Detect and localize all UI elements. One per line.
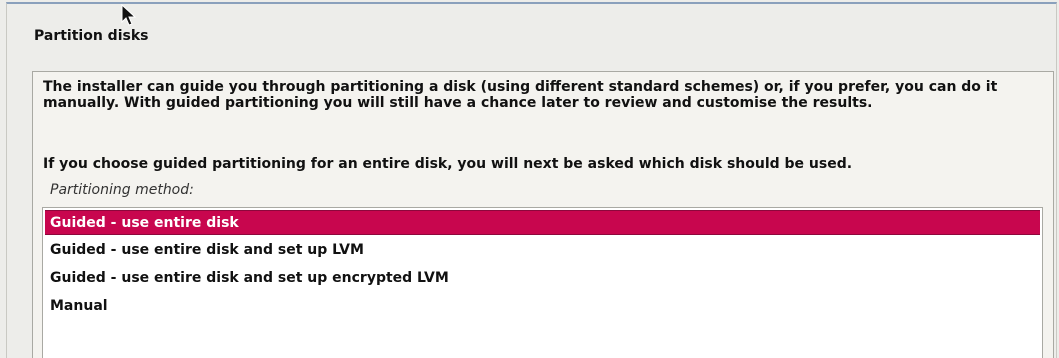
- mouse-pointer-shape: [121, 4, 136, 26]
- dialog-content-panel: The installer can guide you through part…: [32, 71, 1054, 358]
- partitioning-method-label: Partitioning method:: [50, 182, 194, 198]
- mouse-pointer-icon: [121, 4, 136, 26]
- partition-dialog: Partition disks The installer can guide …: [6, 2, 1057, 358]
- partitioning-option-guided-entire-disk[interactable]: Guided - use entire disk: [45, 210, 1040, 235]
- page-title: Partition disks: [34, 28, 149, 44]
- partitioning-option-manual[interactable]: Manual: [45, 294, 1040, 319]
- guided-partitioning-note: If you choose guided partitioning for an…: [43, 156, 853, 172]
- partitioning-option-guided-lvm[interactable]: Guided - use entire disk and set up LVM: [45, 238, 1040, 263]
- installer-screen: Partition disks The installer can guide …: [0, 0, 1059, 358]
- partitioning-option-guided-encrypted-lvm[interactable]: Guided - use entire disk and set up encr…: [45, 266, 1040, 291]
- partitioning-method-list[interactable]: Guided - use entire disk Guided - use en…: [42, 207, 1043, 358]
- partitioning-intro-text: The installer can guide you through part…: [43, 79, 998, 111]
